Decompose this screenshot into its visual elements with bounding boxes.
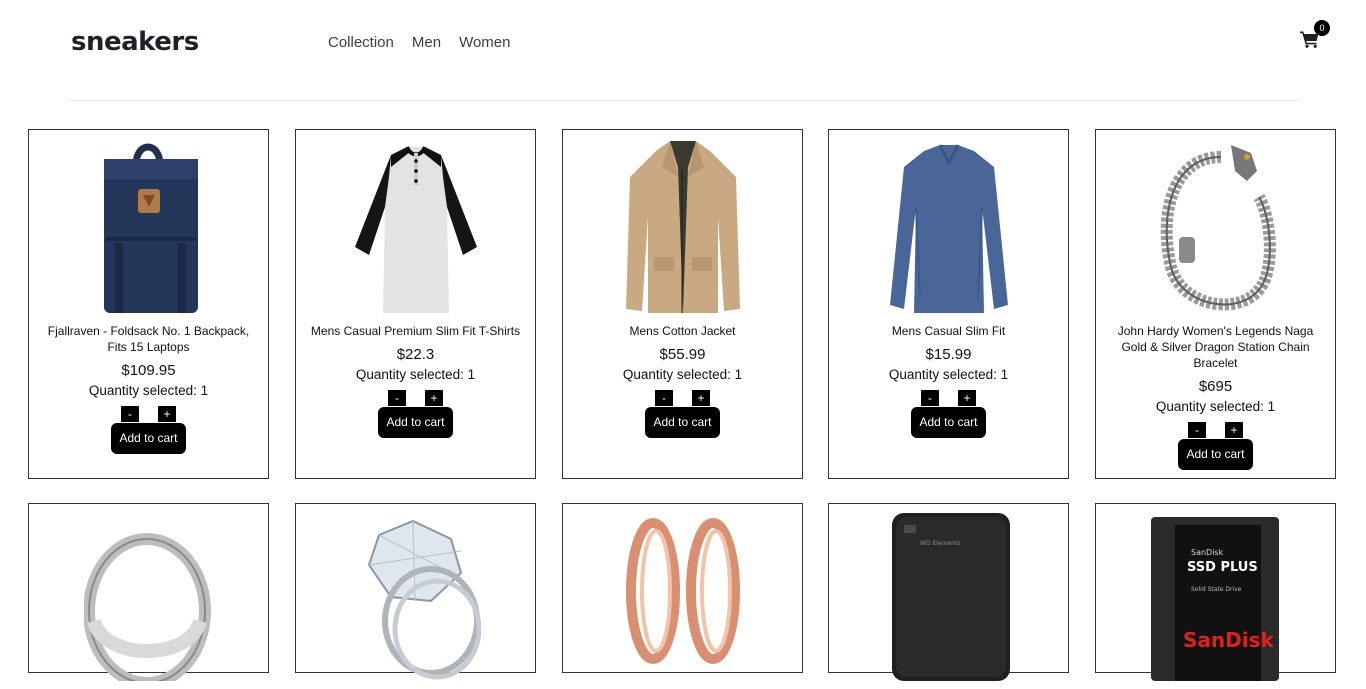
ssd-image: SanDisk SSD PLUS Solid State Drive SanDi…	[1150, 511, 1281, 689]
product-price: $695	[1198, 378, 1233, 395]
hard-drive-image: WD Elements	[884, 511, 1014, 689]
silver-ring-image	[82, 511, 214, 689]
increase-quantity-button[interactable]: +	[1225, 422, 1243, 438]
decrease-quantity-button[interactable]: -	[121, 406, 139, 422]
decrease-quantity-button[interactable]: -	[1188, 422, 1206, 438]
quantity-label: Quantity selected: 1	[622, 367, 743, 382]
product-card: Mens Cotton Jacket $55.99 Quantity selec…	[562, 129, 803, 479]
product-card: SanDisk SSD PLUS Solid State Drive SanDi…	[1095, 503, 1336, 681]
quantity-label: Quantity selected: 1	[888, 367, 1009, 382]
ssd-brand-small: SanDisk	[1191, 548, 1224, 557]
product-title[interactable]: Fjallraven - Foldsack No. 1 Backpack, Fi…	[29, 323, 268, 355]
ssd-type: Solid State Drive	[1191, 586, 1242, 593]
product-price: $55.99	[659, 346, 706, 363]
site-logo[interactable]: sneakers	[71, 26, 199, 58]
quantity-stepper: - +	[563, 390, 802, 406]
increase-quantity-button[interactable]: +	[692, 390, 710, 406]
main-nav: Collection Men Women	[328, 33, 510, 53]
quantity-stepper: - +	[1096, 422, 1335, 438]
cart-count-badge: 0	[1314, 20, 1330, 36]
quantity-stepper: - +	[296, 390, 535, 406]
add-to-cart-button[interactable]: Add to cart	[911, 407, 986, 438]
product-price: $109.95	[121, 362, 176, 379]
ssd-model: SSD PLUS	[1187, 560, 1258, 575]
decrease-quantity-button[interactable]: -	[388, 390, 406, 406]
product-price: $22.3	[396, 346, 435, 363]
backpack-image	[84, 137, 214, 315]
add-to-cart-button[interactable]: Add to cart	[378, 407, 453, 438]
site-header: sneakers Collection Men Women 0	[0, 0, 1366, 101]
hard-drive-label: WD Elements	[920, 540, 960, 547]
quantity-stepper: - +	[29, 406, 268, 422]
decrease-quantity-button[interactable]: -	[655, 390, 673, 406]
nav-women[interactable]: Women	[459, 33, 510, 53]
add-to-cart-button[interactable]: Add to cart	[1178, 439, 1253, 470]
increase-quantity-button[interactable]: +	[958, 390, 976, 406]
product-card: Mens Casual Slim Fit $15.99 Quantity sel…	[828, 129, 1069, 479]
product-title[interactable]: Mens Cotton Jacket	[563, 323, 802, 339]
increase-quantity-button[interactable]: +	[425, 390, 443, 406]
add-to-cart-button[interactable]: Add to cart	[111, 423, 186, 454]
bracelet-image	[1151, 137, 1281, 315]
product-price: $15.99	[925, 346, 972, 363]
add-to-cart-button[interactable]: Add to cart	[645, 407, 720, 438]
quantity-label: Quantity selected: 1	[88, 383, 209, 398]
product-card: WD Elements	[828, 503, 1069, 681]
nav-men[interactable]: Men	[412, 33, 441, 53]
jacket-image	[618, 137, 748, 315]
product-card: John Hardy Women's Legends Naga Gold & S…	[1095, 129, 1336, 479]
longsleeve-shirt-image	[884, 137, 1014, 315]
nav-collection[interactable]: Collection	[328, 33, 394, 53]
quantity-label: Quantity selected: 1	[355, 367, 476, 382]
product-card	[295, 503, 536, 680]
product-title[interactable]: Mens Casual Slim Fit	[829, 323, 1068, 339]
increase-quantity-button[interactable]: +	[158, 406, 176, 422]
ssd-brand: SanDisk	[1183, 628, 1275, 652]
product-card	[28, 503, 269, 689]
product-title[interactable]: Mens Casual Premium Slim Fit T-Shirts	[296, 323, 535, 339]
header-divider	[69, 100, 1299, 101]
product-card: Mens Casual Premium Slim Fit T-Shirts $2…	[295, 129, 536, 479]
product-card	[562, 503, 803, 673]
quantity-stepper: - +	[829, 390, 1068, 406]
product-title[interactable]: John Hardy Women's Legends Naga Gold & S…	[1096, 323, 1335, 371]
decrease-quantity-button[interactable]: -	[921, 390, 939, 406]
rose-gold-rings-image	[618, 511, 748, 689]
product-card: Fjallraven - Foldsack No. 1 Backpack, Fi…	[28, 129, 269, 479]
quantity-label: Quantity selected: 1	[1155, 399, 1276, 414]
diamond-ring-image	[351, 511, 481, 689]
tshirt-image	[351, 137, 481, 315]
